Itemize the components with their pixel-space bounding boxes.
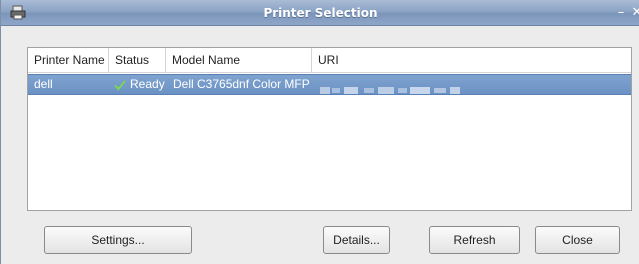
title-bar[interactable]: Printer Selection – ✕ bbox=[1, 0, 639, 26]
model-name-cell: Dell C3765dnf Color MFP bbox=[173, 77, 310, 91]
settings-button[interactable]: Settings... bbox=[44, 226, 192, 254]
window-title: Printer Selection bbox=[263, 6, 378, 20]
printer-name-cell: dell bbox=[34, 77, 53, 91]
status-cell: Ready bbox=[130, 77, 165, 91]
refresh-button[interactable]: Refresh bbox=[429, 226, 520, 254]
column-header-printer-name[interactable]: Printer Name bbox=[28, 48, 109, 73]
column-header-model-name[interactable]: Model Name bbox=[166, 48, 312, 73]
printer-selection-window: Printer Selection – ✕ Printer Name Statu… bbox=[0, 0, 639, 264]
close-button[interactable]: Close bbox=[535, 226, 620, 254]
printer-list[interactable]: Printer Name Status Model Name URI dell … bbox=[27, 47, 632, 211]
close-icon[interactable]: ✕ bbox=[630, 4, 639, 22]
details-button[interactable]: Details... bbox=[323, 226, 390, 254]
minimize-icon[interactable]: – bbox=[614, 4, 628, 22]
list-header: Printer Name Status Model Name URI bbox=[28, 48, 631, 73]
column-header-status[interactable]: Status bbox=[109, 48, 166, 73]
uri-cell-blurred bbox=[320, 81, 460, 94]
checkmark-icon bbox=[114, 78, 126, 91]
column-header-uri[interactable]: URI bbox=[312, 48, 631, 73]
printer-row[interactable]: dell Ready Dell C3765dnf Color MFP bbox=[28, 74, 631, 95]
